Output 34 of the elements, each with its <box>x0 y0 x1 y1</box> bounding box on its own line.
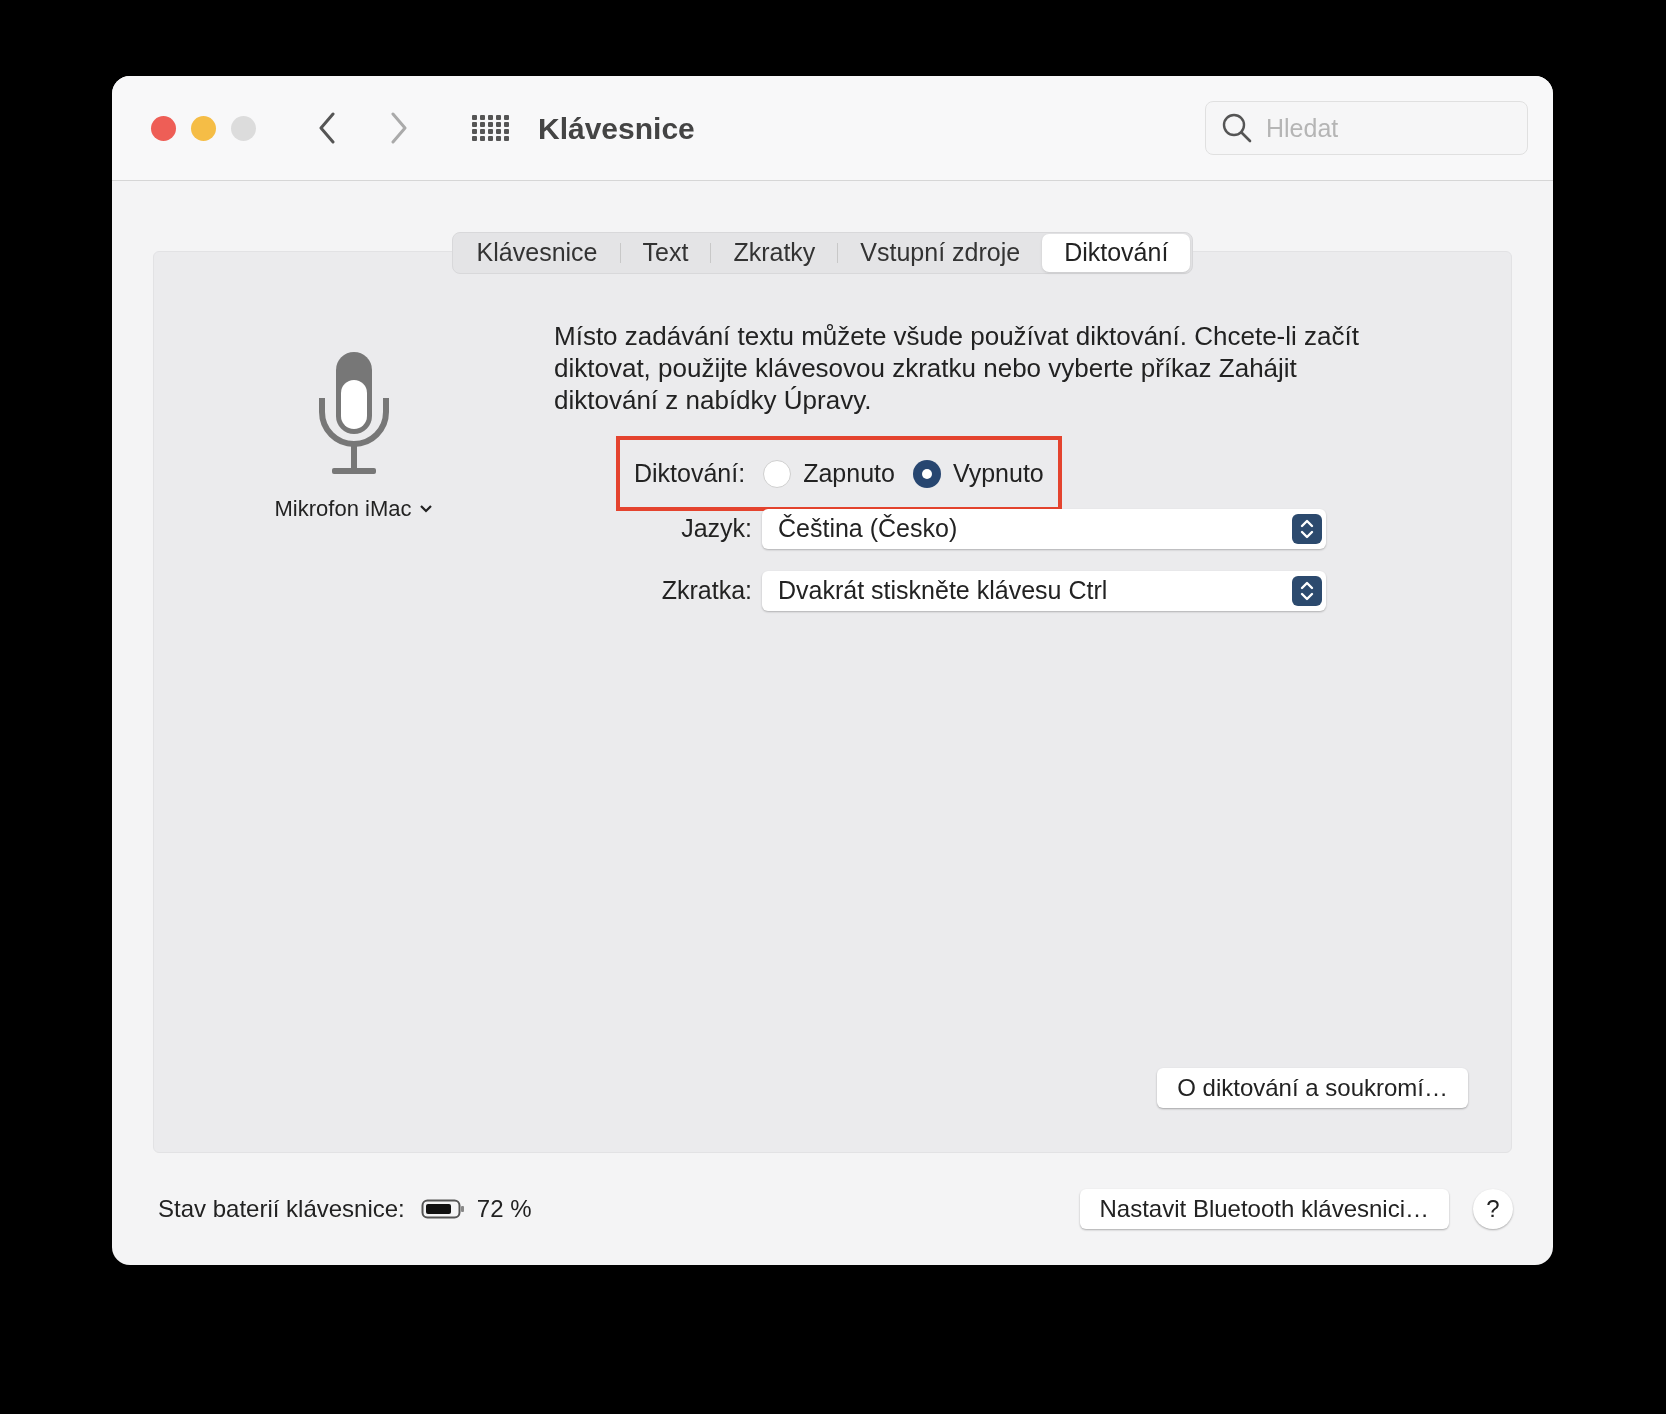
battery-label: Stav baterií klávesnice: <box>158 1194 405 1224</box>
help-button[interactable]: ? <box>1473 1189 1513 1229</box>
radio-label: Vypnuto <box>952 457 1044 489</box>
microphone-dropdown[interactable]: Mikrofon iMac <box>274 492 434 525</box>
tab[interactable]: Text <box>620 234 711 272</box>
radio-label: Zapnuto <box>803 457 895 489</box>
tab[interactable]: Diktování <box>1042 234 1191 272</box>
microphone-icon <box>318 350 390 476</box>
description-text: Místo zadávání textu můžete všude používat diktování. Chcete-li začít diktovat, použijte klávesovou zkratku nebo vyberte příkaz Zahájit diktování z nabídky Úpravy. <box>554 320 1360 416</box>
chevron-down-icon <box>419 503 434 514</box>
radio-button[interactable] <box>912 459 941 488</box>
bluetooth-setup-button[interactable]: Nastavit Bluetooth klávesnici… <box>1079 1189 1449 1229</box>
battery-icon <box>420 1198 465 1220</box>
radio-button[interactable] <box>763 459 792 488</box>
tab[interactable]: Klávesnice <box>454 234 620 272</box>
back-icon[interactable] <box>318 112 336 144</box>
stepper-icon <box>1292 576 1322 606</box>
close-button[interactable] <box>151 115 176 141</box>
privacy-button[interactable]: O diktování a soukromí… <box>1157 1068 1468 1108</box>
grid-icon[interactable] <box>472 115 510 141</box>
popup-menu[interactable]: Čeština (Česko) <box>762 509 1326 549</box>
popup-label: Zkratka: <box>660 575 752 607</box>
popup-label: Jazyk: <box>680 513 752 545</box>
search-icon <box>1222 113 1252 143</box>
tab[interactable]: Zkratky <box>711 234 838 272</box>
battery-percentage: 72 % <box>476 1194 532 1224</box>
tab[interactable]: Vstupní zdroje <box>838 234 1043 272</box>
dictation-label: Diktování: <box>634 457 746 489</box>
stepper-icon <box>1292 514 1322 544</box>
window-title: Klávesnice <box>538 110 695 147</box>
forward-icon[interactable] <box>390 112 408 144</box>
search-field[interactable]: Hledat <box>1205 101 1528 155</box>
minimize-button[interactable] <box>191 115 216 141</box>
popup-menu[interactable]: Dvakrát stiskněte klávesu Ctrl <box>762 571 1326 611</box>
